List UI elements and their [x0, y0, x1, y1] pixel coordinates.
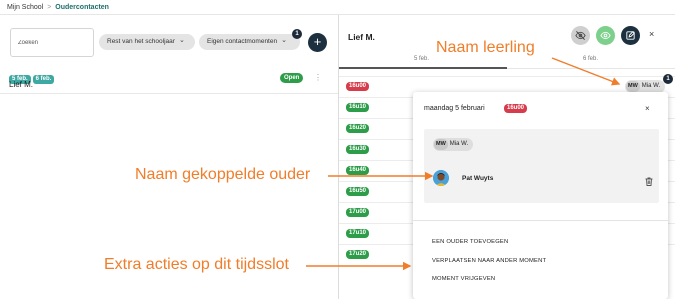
page: Mijn School>Oudercontacten Rest van het … — [0, 0, 675, 299]
extra-actions-annotation: Extra acties op dit tijdsslot — [104, 256, 289, 273]
student-name-arrow — [551, 57, 621, 86]
parent-name-annotation: Naam gekoppelde ouder — [135, 166, 311, 183]
student-name-annotation: Naam leerling — [436, 39, 535, 56]
annotation-arrows — [306, 57, 621, 271]
